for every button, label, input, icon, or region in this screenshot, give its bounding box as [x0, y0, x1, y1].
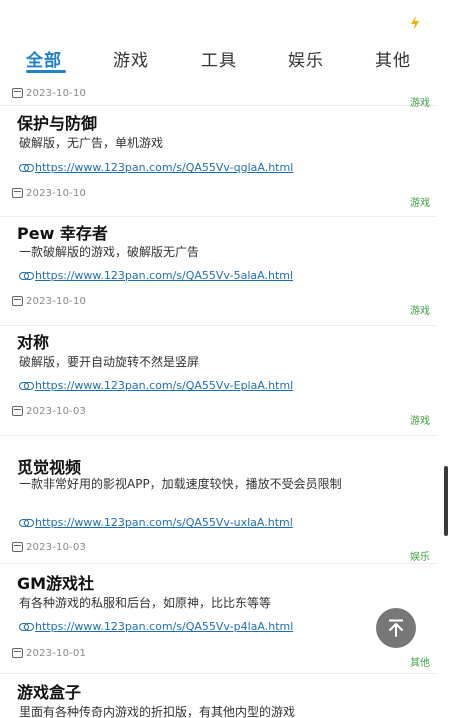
item-date: 2023-10-03	[26, 405, 87, 417]
item-link[interactable]: https://www.123pan.com/s/QA55Vv-uxlaA.ht…	[35, 516, 293, 529]
calendar-icon	[12, 296, 23, 306]
status-bar	[0, 0, 450, 38]
category-tabs: 全部 游戏 工具 娱乐 其他	[0, 38, 450, 82]
item-title: 游戏盒子	[17, 683, 82, 702]
item-title: 对称	[17, 333, 50, 352]
list-item[interactable]: 2023-10-10 游戏	[0, 82, 436, 109]
item-title: GM游戏社	[17, 574, 95, 593]
calendar-icon	[12, 542, 23, 552]
item-title: 觅觉视频	[17, 458, 82, 477]
item-description: 破解版，无广告，单机游戏	[19, 136, 164, 150]
tab-games[interactable]: 游戏	[113, 46, 149, 71]
tab-entertainment[interactable]: 娱乐	[288, 46, 324, 71]
tab-other[interactable]: 其他	[375, 46, 411, 71]
scroll-to-top-button[interactable]	[376, 608, 416, 648]
link-icon	[19, 622, 34, 631]
link-icon	[19, 163, 34, 172]
calendar-icon	[12, 406, 23, 416]
item-link[interactable]: https://www.123pan.com/s/QA55Vv-qglaA.ht…	[35, 161, 293, 174]
item-title: Pew 幸存者	[17, 224, 108, 243]
item-link[interactable]: https://www.123pan.com/s/QA55Vv-5alaA.ht…	[35, 269, 293, 282]
item-link[interactable]: https://www.123pan.com/s/QA55Vv-p4laA.ht…	[35, 620, 293, 633]
item-title: 保护与防御	[17, 114, 98, 133]
list-item[interactable]: Pew 幸存者 一款破解版的游戏，破解版无广告 https://www.123p…	[0, 217, 436, 326]
active-tab-indicator	[26, 70, 66, 73]
item-category: 其他	[410, 658, 430, 669]
link-icon	[19, 381, 34, 390]
scroll-to-top-icon	[389, 619, 403, 637]
item-category: 游戏	[410, 198, 430, 209]
item-category: 游戏	[410, 306, 430, 317]
calendar-icon	[12, 88, 23, 98]
list-item[interactable]: 保护与防御 破解版，无广告，单机游戏 https://www.123pan.co…	[0, 106, 436, 217]
item-date: 2023-10-10	[26, 87, 87, 99]
list-item[interactable]: GM游戏社 有各种游戏的私服和后台，如原神，比比东等等 https://www.…	[0, 564, 436, 674]
item-category: 游戏	[410, 416, 430, 427]
link-icon	[19, 271, 34, 280]
calendar-icon	[12, 188, 23, 198]
item-description: 破解版，要开自动旋转不然是竖屏	[19, 355, 200, 369]
item-description: 里面有各种传奇内游戏的折扣版，有其他内型的游戏	[19, 705, 296, 718]
lightning-icon	[411, 16, 419, 30]
tab-tools[interactable]: 工具	[201, 46, 237, 71]
item-date: 2023-10-10	[26, 295, 87, 307]
resource-list: 2023-10-10 游戏 保护与防御 破解版，无广告，单机游戏 https:/…	[0, 82, 436, 718]
item-date: 2023-10-10	[26, 187, 87, 199]
item-category: 娱乐	[410, 552, 430, 563]
item-date: 2023-10-03	[26, 541, 87, 553]
item-link[interactable]: https://www.123pan.com/s/QA55Vv-EplaA.ht…	[35, 379, 293, 392]
scrollbar[interactable]	[444, 466, 448, 536]
list-item[interactable]: 游戏盒子 里面有各种传奇内游戏的折扣版，有其他内型的游戏	[0, 674, 436, 718]
item-date: 2023-10-01	[26, 647, 87, 659]
item-description: 有各种游戏的私服和后台，如原神，比比东等等	[19, 596, 272, 610]
link-icon	[19, 518, 34, 527]
list-item[interactable]: 对称 破解版，要开自动旋转不然是竖屏 https://www.123pan.co…	[0, 326, 436, 436]
list-item[interactable]: 觅觉视频 一款非常好用的影视APP，加载速度较快，播放不受会员限制 https:…	[0, 436, 436, 564]
calendar-icon	[12, 648, 23, 658]
tab-all[interactable]: 全部	[26, 46, 62, 71]
item-description: 一款非常好用的影视APP，加载速度较快，播放不受会员限制	[19, 477, 342, 491]
item-description: 一款破解版的游戏，破解版无广告	[19, 245, 200, 259]
